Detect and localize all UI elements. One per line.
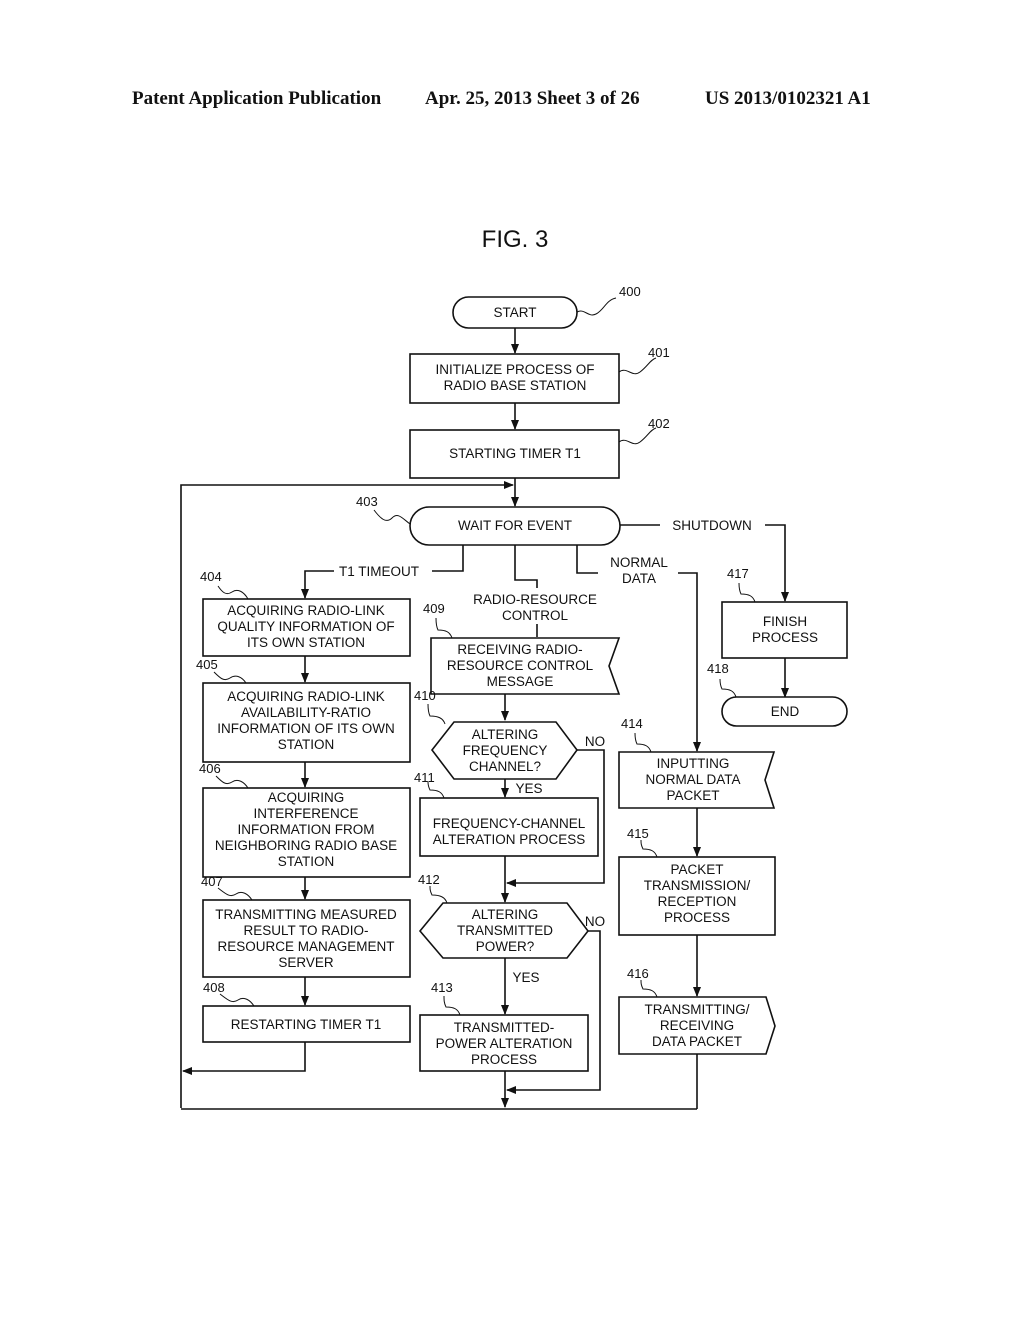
ref-417: 417	[727, 566, 749, 581]
svg-text:ACQUIRING: ACQUIRING	[268, 790, 345, 805]
ref-401: 401	[648, 345, 670, 360]
svg-text:TRANSMITTED: TRANSMITTED	[457, 923, 553, 938]
edge-label-normal-data-1: NORMAL	[610, 555, 668, 570]
svg-text:TRANSMITTED-: TRANSMITTED-	[454, 1020, 555, 1035]
svg-text:TRANSMITTING MEASURED: TRANSMITTING MEASURED	[215, 907, 397, 922]
svg-text:FREQUENCY: FREQUENCY	[463, 743, 548, 758]
edge-label-t1-timeout: T1 TIMEOUT	[339, 564, 419, 579]
svg-text:PROCESS: PROCESS	[471, 1052, 537, 1067]
svg-text:ALTERING: ALTERING	[472, 727, 539, 742]
ref-414: 414	[621, 716, 643, 731]
svg-text:RESOURCE MANAGEMENT: RESOURCE MANAGEMENT	[217, 939, 394, 954]
svg-text:PACKET: PACKET	[666, 788, 719, 803]
edge-label-no-410: NO	[585, 734, 605, 749]
svg-text:NORMAL DATA: NORMAL DATA	[645, 772, 740, 787]
edge-label-normal-data-2: DATA	[622, 571, 656, 586]
node-400-start: START 400	[452, 284, 641, 329]
ref-411: 411	[414, 770, 435, 785]
svg-text:MESSAGE: MESSAGE	[487, 674, 554, 689]
ref-410: 410	[414, 688, 436, 703]
ref-405: 405	[196, 657, 218, 672]
svg-text:PACKET: PACKET	[670, 862, 723, 877]
edge-408-return	[182, 1042, 306, 1075]
svg-text:PROCESS: PROCESS	[752, 630, 818, 645]
svg-text:INPUTTING: INPUTTING	[657, 756, 730, 771]
edge-403-data-a	[576, 545, 598, 574]
svg-text:ACQUIRING RADIO-LINK: ACQUIRING RADIO-LINK	[227, 689, 385, 704]
edge-403-data-b	[678, 572, 701, 752]
svg-text:FINISH: FINISH	[763, 614, 807, 629]
ref-403: 403	[356, 494, 378, 509]
svg-text:NEIGHBORING RADIO BASE: NEIGHBORING RADIO BASE	[215, 838, 397, 853]
edge-403-rrc-a	[514, 545, 538, 588]
svg-text:SERVER: SERVER	[278, 955, 334, 970]
edge-label-radio-resource-control-2: CONTROL	[502, 608, 568, 623]
flowchart: SHUTDOWN T1 TIMEOUT RADIO-RESOURCE CONTR…	[180, 284, 848, 1110]
svg-text:TRANSMITTING/: TRANSMITTING/	[645, 1002, 750, 1017]
svg-text:INTERFERENCE: INTERFERENCE	[253, 806, 358, 821]
svg-text:PROCESS: PROCESS	[664, 910, 730, 925]
node-402-starting-timer: STARTING TIMER T1 402	[409, 416, 670, 479]
ref-415: 415	[627, 826, 649, 841]
svg-text:TRANSMISSION/: TRANSMISSION/	[644, 878, 751, 893]
edge-label-shutdown: SHUTDOWN	[672, 518, 752, 533]
edge-label-yes-412: YES	[512, 970, 539, 985]
edge-label-radio-resource-control-1: RADIO-RESOURCE	[473, 592, 597, 607]
svg-text:STATION: STATION	[278, 854, 335, 869]
svg-text:POWER?: POWER?	[476, 939, 535, 954]
ref-402: 402	[648, 416, 670, 431]
svg-text:POWER ALTERATION: POWER ALTERATION	[436, 1036, 573, 1051]
node-413-transmitted-power-alteration: TRANSMITTED- POWER ALTERATION PROCESS 41…	[419, 980, 589, 1072]
svg-text:CHANNEL?: CHANNEL?	[469, 759, 541, 774]
svg-text:QUALITY INFORMATION OF: QUALITY INFORMATION OF	[217, 619, 394, 634]
svg-text:ACQUIRING RADIO-LINK: ACQUIRING RADIO-LINK	[227, 603, 385, 618]
svg-text:INITIALIZE PROCESS OF: INITIALIZE PROCESS OF	[435, 362, 594, 377]
edge-403-t1-a	[432, 545, 464, 572]
ref-412: 412	[418, 872, 440, 887]
node-403-wait-for-event: WAIT FOR EVENT 403	[356, 494, 621, 546]
node-411-frequency-channel-alteration: FREQUENCY-CHANNEL ALTERATION PROCESS 411	[414, 770, 599, 857]
svg-text:FREQUENCY-CHANNEL: FREQUENCY-CHANNEL	[433, 816, 586, 831]
ref-416: 416	[627, 966, 649, 981]
node-410-altering-frequency-decision: ALTERING FREQUENCY CHANNEL? 410	[414, 688, 578, 780]
svg-text:RESOURCE CONTROL: RESOURCE CONTROL	[447, 658, 594, 673]
svg-text:ITS OWN STATION: ITS OWN STATION	[247, 635, 365, 650]
ref-400: 400	[619, 284, 641, 299]
svg-text:DATA PACKET: DATA PACKET	[652, 1034, 742, 1049]
svg-text:WAIT FOR EVENT: WAIT FOR EVENT	[458, 518, 572, 533]
ref-406: 406	[199, 761, 221, 776]
edge-label-no-412: NO	[585, 914, 605, 929]
node-418-end: END 418	[707, 661, 848, 727]
edge-403-t1-b	[301, 570, 334, 599]
node-405-acquiring-availability: ACQUIRING RADIO-LINK AVAILABILITY-RATIO …	[196, 657, 411, 763]
svg-text:RECEPTION: RECEPTION	[658, 894, 737, 909]
svg-text:END: END	[771, 704, 800, 719]
svg-text:STATION: STATION	[278, 737, 335, 752]
node-401-initialize: INITIALIZE PROCESS OF RADIO BASE STATION…	[409, 345, 670, 404]
node-412-altering-power-decision: ALTERING TRANSMITTED POWER? 412	[418, 872, 590, 959]
ref-407: 407	[201, 874, 223, 889]
svg-text:RESTARTING TIMER T1: RESTARTING TIMER T1	[231, 1017, 382, 1032]
ref-413: 413	[431, 980, 453, 995]
svg-text:ALTERING: ALTERING	[472, 907, 539, 922]
svg-text:RECEIVING: RECEIVING	[660, 1018, 734, 1033]
svg-text:INFORMATION FROM: INFORMATION FROM	[238, 822, 375, 837]
ref-409: 409	[423, 601, 445, 616]
svg-text:AVAILABILITY-RATIO: AVAILABILITY-RATIO	[241, 705, 371, 720]
ref-408: 408	[203, 980, 225, 995]
svg-text:START: START	[493, 305, 536, 320]
edge-label-yes-410: YES	[515, 781, 542, 796]
edge-403-shutdown-b	[765, 524, 789, 602]
svg-text:ALTERATION PROCESS: ALTERATION PROCESS	[433, 832, 586, 847]
svg-text:RADIO BASE STATION: RADIO BASE STATION	[444, 378, 587, 393]
svg-text:RECEIVING RADIO-: RECEIVING RADIO-	[457, 642, 582, 657]
svg-text:INFORMATION OF ITS OWN: INFORMATION OF ITS OWN	[217, 721, 394, 736]
svg-text:RESULT TO RADIO-: RESULT TO RADIO-	[243, 923, 368, 938]
svg-text:STARTING TIMER T1: STARTING TIMER T1	[449, 446, 581, 461]
node-408-restarting-timer: RESTARTING TIMER T1 408	[202, 980, 411, 1043]
ref-404: 404	[200, 569, 222, 584]
ref-418: 418	[707, 661, 729, 676]
